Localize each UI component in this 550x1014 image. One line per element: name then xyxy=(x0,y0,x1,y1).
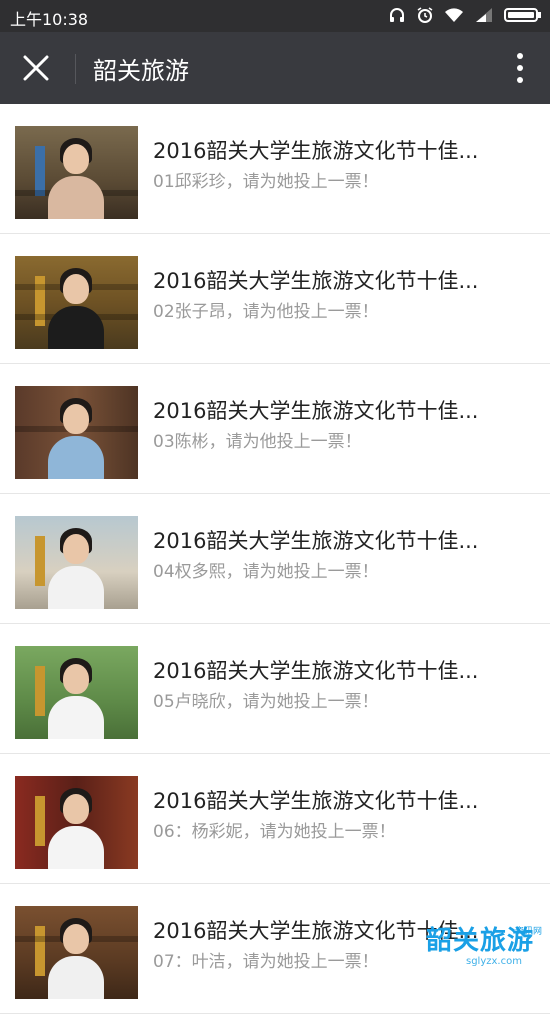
article-item[interactable]: 2016韶关大学生旅游文化节十佳... 01邱彩珍，请为她投上一票！ xyxy=(0,104,550,234)
headphone-icon xyxy=(388,6,406,24)
article-thumbnail xyxy=(15,126,138,219)
nav-divider xyxy=(75,54,76,84)
article-title: 2016韶关大学生旅游文化节十佳... xyxy=(153,135,523,165)
more-vertical-icon xyxy=(517,53,523,59)
status-bar: 上午10:38 xyxy=(0,0,550,32)
article-list: 2016韶关大学生旅游文化节十佳... 01邱彩珍，请为她投上一票！ 2016韶… xyxy=(0,104,550,1014)
signal-icon xyxy=(474,7,494,23)
article-item[interactable]: 2016韶关大学生旅游文化节十佳... 05卢晓欣，请为她投上一票！ xyxy=(0,624,550,754)
article-thumbnail xyxy=(15,516,138,609)
article-title: 2016韶关大学生旅游文化节十佳... xyxy=(153,265,523,295)
article-item[interactable]: 2016韶关大学生旅游文化节十佳... 02张子昂，请为他投上一票！ xyxy=(0,234,550,364)
page-title: 韶关旅游 xyxy=(93,51,189,86)
watermark-small: 资讯网 xyxy=(515,924,542,937)
more-vertical-icon xyxy=(517,65,523,71)
article-item[interactable]: 2016韶关大学生旅游文化节十佳... 04权多熙，请为她投上一票！ xyxy=(0,494,550,624)
close-button[interactable] xyxy=(12,44,60,92)
article-subtitle: 03陈彬，请为他投上一票！ xyxy=(153,427,362,452)
article-item[interactable]: 2016韶关大学生旅游文化节十佳... 06：杨彩妮，请为她投上一票！ xyxy=(0,754,550,884)
article-item[interactable]: 2016韶关大学生旅游文化节十佳... 03陈彬，请为他投上一票！ xyxy=(0,364,550,494)
article-title: 2016韶关大学生旅游文化节十佳... xyxy=(153,655,523,685)
battery-icon xyxy=(504,7,542,23)
article-thumbnail xyxy=(15,386,138,479)
wifi-icon xyxy=(444,7,464,23)
article-title: 2016韶关大学生旅游文化节十佳... xyxy=(153,785,523,815)
article-subtitle: 01邱彩珍，请为她投上一票！ xyxy=(153,167,379,192)
nav-bar: 韶关旅游 xyxy=(0,32,550,104)
article-thumbnail xyxy=(15,776,138,869)
close-icon xyxy=(23,55,49,81)
article-subtitle: 05卢晓欣，请为她投上一票！ xyxy=(153,687,379,712)
watermark-logo: 韶关旅游 资讯网 sglyzx.com xyxy=(426,920,544,972)
article-thumbnail xyxy=(15,256,138,349)
more-vertical-icon xyxy=(517,77,523,83)
article-title: 2016韶关大学生旅游文化节十佳... xyxy=(153,395,523,425)
article-subtitle: 06：杨彩妮，请为她投上一票！ xyxy=(153,817,396,842)
article-subtitle: 04权多熙，请为她投上一票！ xyxy=(153,557,379,582)
article-subtitle: 07：叶洁，请为她投上一票！ xyxy=(153,947,379,972)
article-thumbnail xyxy=(15,646,138,739)
more-button[interactable] xyxy=(510,48,530,88)
status-icons xyxy=(388,6,542,24)
article-thumbnail xyxy=(15,906,138,999)
status-time: 上午10:38 xyxy=(10,6,88,30)
watermark-url: sglyzx.com xyxy=(466,956,522,967)
article-title: 2016韶关大学生旅游文化节十佳... xyxy=(153,525,523,555)
alarm-icon xyxy=(416,6,434,24)
article-subtitle: 02张子昂，请为他投上一票！ xyxy=(153,297,379,322)
